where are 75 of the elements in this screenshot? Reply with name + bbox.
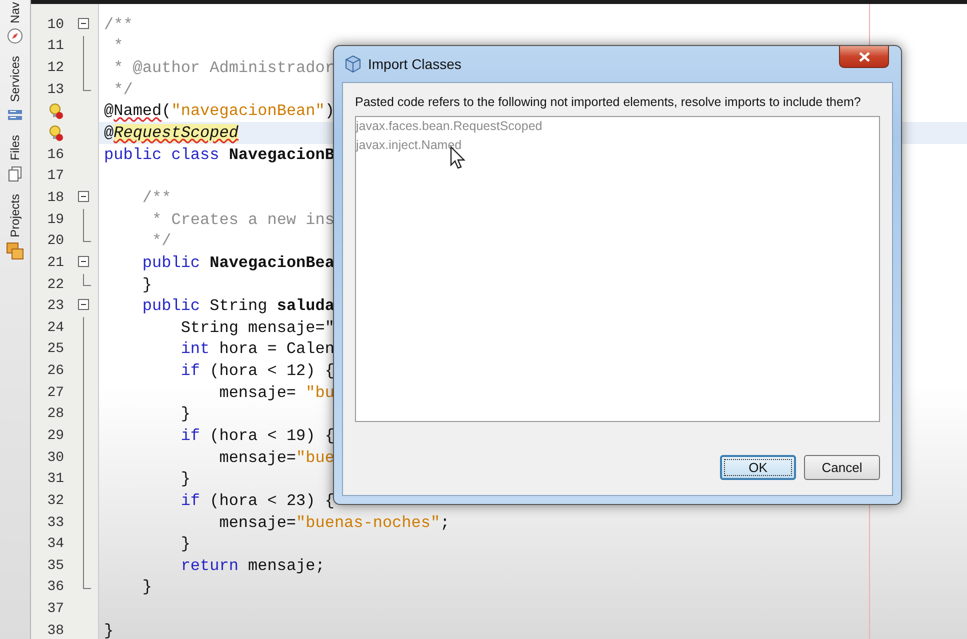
code-line: /** [104,16,133,34]
side-tab[interactable]: Nav [8,2,22,24]
line-number: 37 [47,601,64,618]
line-number: 25 [47,341,64,358]
compass-icon [7,28,23,44]
code-line: int hora = Calen [180,340,334,358]
line-number: 18 [47,190,64,206]
side-tab[interactable]: Projects [8,194,22,238]
line-number: 30 [47,450,64,466]
line-number: 23 [47,298,64,314]
cube-icon [344,55,362,73]
line-number: 21 [47,254,64,271]
code-line: return mensaje; [180,556,325,575]
line-number: 12 [47,60,64,76]
code-line: if (hora < 19) { [180,426,334,445]
code-line: } [141,578,152,596]
bulb-error-icon[interactable] [48,102,64,120]
close-button[interactable] [839,46,889,68]
line-number: 10 [47,16,64,33]
code-line: public NavegacionBea [141,254,334,272]
line-number: 29 [47,428,64,444]
code-line: public class NavegacionB [104,146,334,164]
dialog-button[interactable]: OK [720,455,796,480]
code-line: } [180,405,190,424]
line-number: 31 [47,471,64,488]
line-number: 34 [47,536,64,552]
line-number: 27 [47,384,64,401]
code-line: */ [112,80,133,99]
folder-icon [6,242,24,260]
code-line: if (hora < 12) { [180,362,334,380]
line-number: 36 [47,579,64,596]
fold-toggle[interactable] [78,18,89,29]
code-line: * [112,37,124,56]
line-number: 32 [47,492,64,509]
line-number: 38 [47,622,64,639]
side-tab[interactable]: Files [8,135,22,161]
line-number: 22 [47,276,64,292]
code-line: */ [151,232,172,250]
document-icon [7,166,23,182]
close-icon [858,52,870,62]
code-line: } [180,535,190,554]
code-line: /** [141,188,172,207]
code-line: @RequestScoped [104,124,238,142]
line-number: 16 [47,146,64,163]
code-line: } [141,276,152,294]
dialog-title: Import Classes [368,56,462,72]
line-number: 19 [47,212,64,228]
code-line: if (hora < 23) { [180,492,334,510]
line-number: 17 [47,168,64,184]
code-line: mensaje="bue [218,448,334,467]
code-line: public String saluda [141,297,334,316]
code-line: mensaje= "bu [218,384,334,402]
line-number: 11 [47,38,64,54]
line-number: 13 [47,82,64,98]
code-line: } [180,470,190,488]
side-tab[interactable]: Services [8,56,22,102]
line-number: 35 [47,558,64,574]
line-number: 26 [47,363,64,380]
fold-toggle[interactable] [78,299,89,310]
code-line: * @author Administrador [112,59,334,78]
code-line: @Named("navegacionBean") [104,102,334,120]
dialog-message: Pasted code refers to the following not imported elements, resolve imports to include them? [355,95,862,109]
code-line: String mensaje=" [180,318,334,337]
code-line: mensaje="buenas-noches"; [218,514,450,532]
code-line: * Creates a new ins [151,210,334,229]
dialog-button[interactable]: Cancel [804,455,880,480]
fold-toggle[interactable] [78,191,89,202]
fold-end-icon [83,274,91,286]
bulb-error-icon[interactable] [48,124,64,142]
line-number: 24 [47,320,64,336]
line-number: 20 [47,233,64,250]
line-number: 33 [47,514,64,531]
line-number: 28 [47,406,64,422]
fold-toggle[interactable] [78,256,89,268]
code-line: } [104,622,114,639]
